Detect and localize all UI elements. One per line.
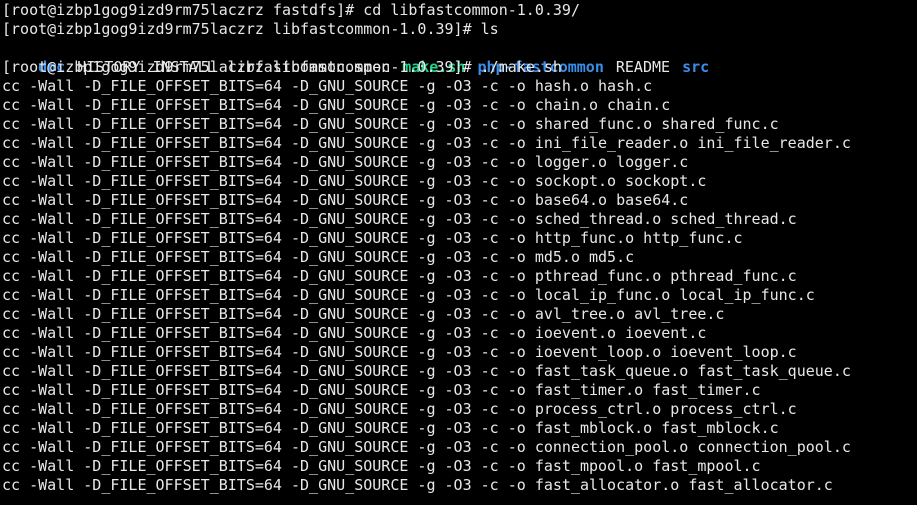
compile-line: cc -Wall -D_FILE_OFFSET_BITS=64 -D_GNU_S… bbox=[2, 210, 797, 228]
ls-output-line: doc HISTORY INSTALL libfastcommon.spec make.… bbox=[2, 39, 917, 76]
compile-line: cc -Wall -D_FILE_OFFSET_BITS=64 -D_GNU_S… bbox=[2, 362, 851, 380]
compile-line: cc -Wall -D_FILE_OFFSET_BITS=64 -D_GNU_S… bbox=[2, 77, 653, 95]
compile-line: cc -Wall -D_FILE_OFFSET_BITS=64 -D_GNU_S… bbox=[2, 229, 743, 247]
compile-line: cc -Wall -D_FILE_OFFSET_BITS=64 -D_GNU_S… bbox=[2, 400, 797, 418]
terminal-window[interactable]: [root@izbp1gog9izd9rm75laczrz fastdfs]# … bbox=[0, 0, 917, 505]
compile-line: cc -Wall -D_FILE_OFFSET_BITS=64 -D_GNU_S… bbox=[2, 457, 761, 475]
compile-line: cc -Wall -D_FILE_OFFSET_BITS=64 -D_GNU_S… bbox=[2, 115, 779, 133]
compile-line: cc -Wall -D_FILE_OFFSET_BITS=64 -D_GNU_S… bbox=[2, 153, 689, 171]
terminal-line: [root@izbp1gog9izd9rm75laczrz fastdfs]# … bbox=[2, 1, 580, 19]
compile-line: cc -Wall -D_FILE_OFFSET_BITS=64 -D_GNU_S… bbox=[2, 172, 707, 190]
compile-line: cc -Wall -D_FILE_OFFSET_BITS=64 -D_GNU_S… bbox=[2, 305, 725, 323]
compile-line: cc -Wall -D_FILE_OFFSET_BITS=64 -D_GNU_S… bbox=[2, 476, 833, 494]
compile-line: cc -Wall -D_FILE_OFFSET_BITS=64 -D_GNU_S… bbox=[2, 286, 815, 304]
ls-entry-file: README bbox=[615, 58, 671, 76]
compile-line: cc -Wall -D_FILE_OFFSET_BITS=64 -D_GNU_S… bbox=[2, 134, 851, 152]
compile-line: cc -Wall -D_FILE_OFFSET_BITS=64 -D_GNU_S… bbox=[2, 419, 779, 437]
compile-line: cc -Wall -D_FILE_OFFSET_BITS=64 -D_GNU_S… bbox=[2, 381, 761, 399]
terminal-line: [root@izbp1gog9izd9rm75laczrz libfastcom… bbox=[2, 20, 499, 38]
compile-line: cc -Wall -D_FILE_OFFSET_BITS=64 -D_GNU_S… bbox=[2, 267, 797, 285]
terminal-line: [root@izbp1gog9izd9rm75laczrz libfastcom… bbox=[2, 58, 562, 76]
ls-entry-directory: src bbox=[682, 58, 710, 76]
compile-line: cc -Wall -D_FILE_OFFSET_BITS=64 -D_GNU_S… bbox=[2, 248, 635, 266]
compile-line: cc -Wall -D_FILE_OFFSET_BITS=64 -D_GNU_S… bbox=[2, 343, 797, 361]
compile-line: cc -Wall -D_FILE_OFFSET_BITS=64 -D_GNU_S… bbox=[2, 324, 707, 342]
compile-line: cc -Wall -D_FILE_OFFSET_BITS=64 -D_GNU_S… bbox=[2, 96, 671, 114]
compile-line: cc -Wall -D_FILE_OFFSET_BITS=64 -D_GNU_S… bbox=[2, 191, 689, 209]
compile-line: cc -Wall -D_FILE_OFFSET_BITS=64 -D_GNU_S… bbox=[2, 438, 851, 456]
